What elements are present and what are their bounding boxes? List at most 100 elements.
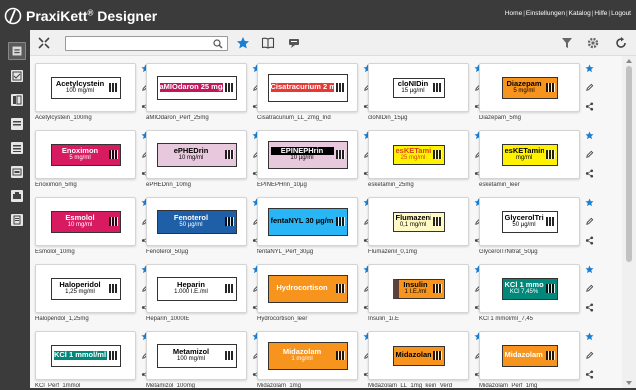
label-card[interactable]: esKETamin25 mg/ml esketamin_25mg: [368, 130, 488, 190]
label-caption[interactable]: EPINEPHrin_10µg: [257, 182, 375, 188]
label-thumbnail[interactable]: KCl 1 mmol/ml: [35, 331, 136, 380]
label-card[interactable]: Midazolam 1 mg/ml Midazolam_1mg: [257, 331, 377, 388]
label-caption[interactable]: Flumazenil_0,1mg: [368, 249, 486, 255]
label-caption[interactable]: Esmolol_10mg: [35, 249, 153, 255]
gear-icon[interactable]: [586, 36, 600, 50]
scroll-down-arrow[interactable]: [626, 381, 632, 385]
sidebar-item-4[interactable]: [11, 118, 23, 130]
edit-icon[interactable]: [585, 83, 594, 92]
label-card[interactable]: KCl 1 mmol/ml KCl_Perf_1mmol: [35, 331, 155, 388]
star-icon[interactable]: [585, 64, 594, 73]
label-thumbnail[interactable]: fentaNYL 30 µg/ml: [257, 197, 358, 246]
label-card[interactable]: Haloperidol 1,25 mg/ml Haloperidol_1,25mg: [35, 264, 155, 324]
filter-icon[interactable]: [560, 36, 574, 50]
label-thumbnail[interactable]: Haloperidol 1,25 mg/ml: [35, 264, 136, 313]
sidebar-item-6[interactable]: [11, 166, 23, 178]
label-card[interactable]: cloNIDin 15 µg/ml cloNIDin_15µg: [368, 63, 488, 123]
label-thumbnail[interactable]: cloNIDin 15 µg/ml: [368, 63, 469, 112]
label-card[interactable]: Diazepam 5 mg/ml Diazepam_5mg: [479, 63, 599, 123]
nav-help[interactable]: Hilfe: [594, 10, 607, 17]
label-caption[interactable]: Insulin_1i.E: [368, 316, 486, 322]
label-card[interactable]: fentaNYL 30 µg/ml fentaNYL_Perf_30µg: [257, 197, 377, 257]
label-thumbnail[interactable]: Fenoterol 50 µg/ml: [146, 197, 247, 246]
label-caption[interactable]: ePHEDrin_10mg: [146, 182, 264, 188]
edit-icon[interactable]: [585, 351, 594, 360]
sidebar-item-2[interactable]: [11, 70, 23, 82]
star-icon[interactable]: [585, 198, 594, 207]
label-caption[interactable]: esketamin_25mg: [368, 182, 486, 188]
label-caption[interactable]: cloNIDin_15µg: [368, 115, 486, 121]
star-icon[interactable]: [236, 36, 250, 50]
label-thumbnail[interactable]: KCl 1 mmol/mlKCl 7,45%: [479, 264, 580, 313]
label-thumbnail[interactable]: Midazolam 1 mg/ml: [479, 331, 580, 380]
edit-icon[interactable]: [585, 284, 594, 293]
label-card[interactable]: KCl 1 mmol/mlKCl 7,45% KCl 1 mmol/ml_7,45: [479, 264, 599, 324]
label-thumbnail[interactable]: Diazepam 5 mg/ml: [479, 63, 580, 112]
chat-icon[interactable]: [287, 36, 301, 50]
label-thumbnail[interactable]: Flumazenil 0,1 mg/ml: [368, 197, 469, 246]
label-card[interactable]: aMIOdaron 25 mg/ml aMIOdaron_Perf_25mg: [146, 63, 266, 123]
refresh-icon[interactable]: [614, 36, 628, 50]
label-card[interactable]: Heparin 1.000 I.E./ml Heparin_1000IE: [146, 264, 266, 324]
label-caption[interactable]: Acetylcystein_100mg: [35, 115, 153, 121]
sidebar-labels-button[interactable]: [8, 42, 26, 60]
sidebar-item-8[interactable]: [11, 214, 23, 226]
label-caption[interactable]: Diazepam_5mg: [479, 115, 597, 121]
scroll-thumb[interactable]: [626, 66, 632, 262]
label-card[interactable]: Enoximon 5 mg/ml Enoximon_5mg: [35, 130, 155, 190]
label-thumbnail[interactable]: Metamizol 100 mg/ml: [146, 331, 247, 380]
collapse-icon[interactable]: [37, 36, 51, 50]
logo[interactable]: PraxiKett® Designer: [4, 7, 157, 25]
label-card[interactable]: esKETamin mg/ml esketamin_leer: [479, 130, 599, 190]
nav-logout[interactable]: Logout: [611, 10, 631, 17]
sidebar-item-5[interactable]: [11, 142, 23, 154]
label-caption[interactable]: Haloperidol_1,25mg: [35, 316, 153, 322]
nav-catalog[interactable]: Katalog: [569, 10, 591, 17]
label-caption[interactable]: KCl_Perf_1mmol: [35, 383, 153, 388]
edit-icon[interactable]: [585, 150, 594, 159]
label-card[interactable]: GlycerolTriNitrat50 µg/ml GlycerolTrNitra…: [479, 197, 599, 257]
scroll-up-arrow[interactable]: [626, 59, 632, 63]
label-thumbnail[interactable]: esKETamin25 mg/ml: [368, 130, 469, 179]
label-caption[interactable]: Midazolam_Perf_1mg: [479, 383, 597, 388]
label-thumbnail[interactable]: GlycerolTriNitrat50 µg/ml: [479, 197, 580, 246]
label-thumbnail[interactable]: ePHEDrin 10 mg/ml: [146, 130, 247, 179]
label-thumbnail[interactable]: aMIOdaron 25 mg/ml: [146, 63, 247, 112]
label-thumbnail[interactable]: Cisatracurium 2 mg/ml: [257, 63, 358, 112]
label-thumbnail[interactable]: Midazolam 1 mg/ml: [368, 331, 469, 380]
nav-settings[interactable]: Einstellungen: [526, 10, 565, 17]
search-icon[interactable]: [213, 39, 223, 49]
sidebar-item-3[interactable]: [11, 94, 23, 106]
label-thumbnail[interactable]: Esmolol 10 mg/ml: [35, 197, 136, 246]
label-card[interactable]: Esmolol 10 mg/ml Esmolol_10mg: [35, 197, 155, 257]
share-icon[interactable]: [585, 236, 594, 245]
label-card[interactable]: Insulin 1 I.E./ml Insulin_1i.E: [368, 264, 488, 324]
search-input[interactable]: [68, 38, 203, 49]
label-card[interactable]: EPINEPHrin 10 µg/ml EPINEPHrin_10µg: [257, 130, 377, 190]
vertical-scrollbar[interactable]: [622, 56, 636, 388]
label-thumbnail[interactable]: Heparin 1.000 I.E./ml: [146, 264, 247, 313]
label-card[interactable]: Midazolam 1 mg/ml Midazolam_Perf_1mg: [479, 331, 599, 388]
label-thumbnail[interactable]: Midazolam 1 mg/ml: [257, 331, 358, 380]
star-icon[interactable]: [585, 131, 594, 140]
label-caption[interactable]: Hydrocortison_leer: [257, 316, 375, 322]
label-thumbnail[interactable]: Hydrocortison: [257, 264, 358, 313]
label-caption[interactable]: esketamin_leer: [479, 182, 597, 188]
label-thumbnail[interactable]: Enoximon 5 mg/ml: [35, 130, 136, 179]
label-caption[interactable]: Fenoterol_50µg: [146, 249, 264, 255]
label-caption[interactable]: Cisatracurium_LL_2mg_Ind: [257, 115, 375, 121]
star-icon[interactable]: [585, 332, 594, 341]
star-icon[interactable]: [585, 265, 594, 274]
label-thumbnail[interactable]: Insulin 1 I.E./ml: [368, 264, 469, 313]
label-caption[interactable]: Heparin_1000IE: [146, 316, 264, 322]
share-icon[interactable]: [585, 303, 594, 312]
share-icon[interactable]: [585, 370, 594, 379]
label-thumbnail[interactable]: Acetylcystein 100 mg/ml: [35, 63, 136, 112]
sidebar-item-7[interactable]: [11, 190, 23, 202]
label-caption[interactable]: Enoximon_5mg: [35, 182, 153, 188]
label-thumbnail[interactable]: EPINEPHrin 10 µg/ml: [257, 130, 358, 179]
edit-icon[interactable]: [585, 217, 594, 226]
label-card[interactable]: Cisatracurium 2 mg/ml Cisatracurium_LL_2m…: [257, 63, 377, 123]
share-icon[interactable]: [585, 169, 594, 178]
label-caption[interactable]: Metamizol_100mg: [146, 383, 264, 388]
